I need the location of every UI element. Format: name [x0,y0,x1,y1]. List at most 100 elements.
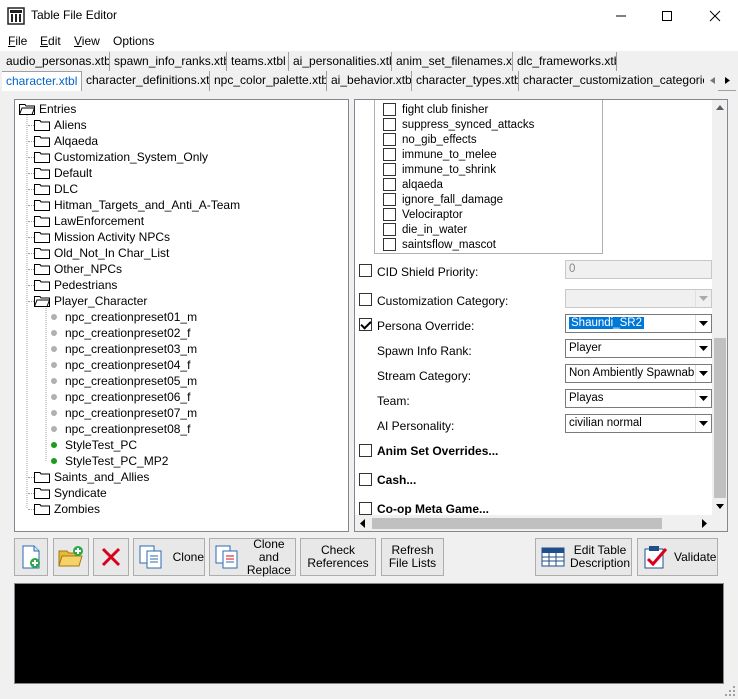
tab-anim-set-filenames[interactable]: anim_set_filenames.xtbl [392,52,513,72]
tab-character-customization-categories[interactable]: character_customization_categories.xtbl [519,71,719,91]
tree-folder[interactable]: Customization_System_Only [28,149,208,165]
edit-table-description-button[interactable]: Edit Table Description [535,538,632,576]
tree-folder[interactable]: Player_Character [28,293,147,309]
tree-leaf-item[interactable]: npc_creationpreset04_f [47,357,190,373]
flag-checkbox[interactable] [383,118,396,131]
tree-leaf-item[interactable]: npc_creationpreset02_f [47,325,190,341]
close-button[interactable] [692,0,738,31]
tree-leaf-item[interactable]: StyleTest_PC_MP2 [47,453,168,469]
tab-scroll[interactable] [704,71,736,90]
check-references-button[interactable]: Check References [300,538,376,576]
new-file-button[interactable] [14,538,48,576]
tab-audio-personas[interactable]: audio_personas.xtbl [2,52,110,72]
delete-button[interactable] [93,538,129,576]
tree-leaf-item[interactable]: npc_creationpreset06_f [47,389,190,405]
tree-folder[interactable]: Other_NPCs [28,261,122,277]
menu-options[interactable]: Options [113,34,154,48]
properties-scrollbar-vertical[interactable] [712,100,727,515]
flag-item[interactable]: saintsflow_mascot [383,237,496,252]
tree-folder[interactable]: Pedestrians [28,277,117,293]
persona-override-select[interactable]: Shaundi_SR2 [565,314,712,333]
flag-checkbox[interactable] [383,178,396,191]
flag-item[interactable]: immune_to_shrink [383,162,496,177]
properties-scrollbar-horizontal[interactable] [355,515,727,531]
resize-grip-icon[interactable] [724,685,736,697]
flag-checkbox[interactable] [383,238,396,251]
flag-item[interactable]: no_gib_effects [383,132,477,147]
tree-leaf-item[interactable]: npc_creationpreset08_f [47,421,190,437]
coop-meta-game-label[interactable]: Co-op Meta Game... [377,502,489,516]
cash-checkbox[interactable] [359,473,378,489]
flag-item[interactable]: immune_to_melee [383,147,497,162]
tree-folder[interactable]: Mission Activity NPCs [28,229,170,245]
hscroll-arrows-icon [360,518,707,529]
flag-checkbox[interactable] [383,103,396,116]
tree-item-label: Mission Activity NPCs [54,230,171,244]
tree-folder[interactable]: Syndicate [28,485,107,501]
flag-checkbox[interactable] [383,223,396,236]
tree-folder[interactable]: LawEnforcement [28,213,144,229]
customization-category-checkbox[interactable] [359,293,378,309]
open-folder-button[interactable] [53,538,89,576]
folder-icon [34,232,50,243]
flag-item[interactable]: Velociraptor [383,207,463,222]
cid-shield-checkbox[interactable] [359,264,378,280]
tree-folder[interactable]: Default [28,165,92,181]
team-select[interactable]: Playas [565,389,712,408]
tab-spawn-info-ranks[interactable]: spawn_info_ranks.xtbl [110,52,227,72]
tree-leaf-item[interactable]: npc_creationpreset03_m [47,341,197,357]
tree-leaf-item[interactable]: npc_creationpreset07_m [47,405,197,421]
refresh-file-lists-button[interactable]: Refresh File Lists [381,538,444,576]
flag-item[interactable]: fight club finisher [383,102,488,117]
menu-view[interactable]: View [74,34,100,48]
ai-personality-select[interactable]: civilian normal [565,414,712,433]
tab-teams[interactable]: teams.xtbl [227,52,289,72]
tree-folder[interactable]: Zombies [28,501,100,517]
tab-character-definitions[interactable]: character_definitions.xtbl [82,71,210,91]
spawn-info-rank-select[interactable]: Player [565,339,712,358]
tab-npc-color-palette[interactable]: npc_color_palette.xtbl [210,71,327,91]
tree-leaf-item[interactable]: npc_creationpreset05_m [47,373,197,389]
tab-dlc-frameworks[interactable]: dlc_frameworks.xtbl [513,52,617,72]
tab-character-types[interactable]: character_types.xtbl [412,71,519,91]
maximize-button[interactable] [644,0,690,31]
anim-set-overrides-label[interactable]: Anim Set Overrides... [377,444,498,458]
anim-set-overrides-checkbox[interactable] [359,444,378,460]
flag-checkbox[interactable] [383,148,396,161]
tab-ai-behavior[interactable]: ai_behavior.xtbl [327,71,412,91]
flag-item[interactable]: suppress_synced_attacks [383,117,534,132]
tree-root-entries[interactable]: Entries [19,101,76,117]
customization-category-select[interactable] [565,289,712,308]
tree-folder[interactable]: Alqaeda [28,133,98,149]
tree-folder[interactable]: DLC [28,181,78,197]
cid-shield-input[interactable]: 0 [565,260,712,279]
flag-checkbox[interactable] [383,193,396,206]
flag-item[interactable]: ignore_fall_damage [383,192,503,207]
flag-checkbox[interactable] [383,163,396,176]
entries-tree[interactable]: Entries Aliens Alqaeda Customization_System… [14,99,349,532]
folder-icon [34,216,50,227]
menu-file[interactable]: File [8,34,27,48]
cash-label[interactable]: Cash... [377,473,416,487]
tree-folder[interactable]: Saints_and_Allies [28,469,149,485]
tree-leaf-item[interactable]: npc_creationpreset01_m [47,309,197,325]
minimize-button[interactable] [598,0,644,31]
stream-category-select[interactable]: Non Ambiently Spawnable [565,364,712,383]
validate-button[interactable]: Validate [637,538,718,576]
tab-ai-personalities[interactable]: ai_personalities.xtbl [289,52,392,72]
menu-edit[interactable]: Edit [40,34,61,48]
tree-item-label: Other_NPCs [54,262,123,276]
flag-item[interactable]: alqaeda [383,177,443,192]
output-console[interactable] [14,583,724,684]
tree-folder[interactable]: Aliens [28,117,87,133]
clone-and-replace-button[interactable]: Clone and Replace [209,537,296,576]
flag-checkbox[interactable] [383,208,396,221]
persona-override-checkbox[interactable] [359,318,378,334]
flag-item[interactable]: die_in_water [383,222,467,237]
clone-button[interactable]: Clone [133,538,205,576]
tab-character[interactable]: character.xtbl [2,71,82,91]
flag-checkbox[interactable] [383,133,396,146]
tree-leaf-item[interactable]: StyleTest_PC [47,437,137,453]
tree-folder[interactable]: Hitman_Targets_and_Anti_A-Team [28,197,240,213]
tree-folder[interactable]: Old_Not_In Char_List [28,245,169,261]
